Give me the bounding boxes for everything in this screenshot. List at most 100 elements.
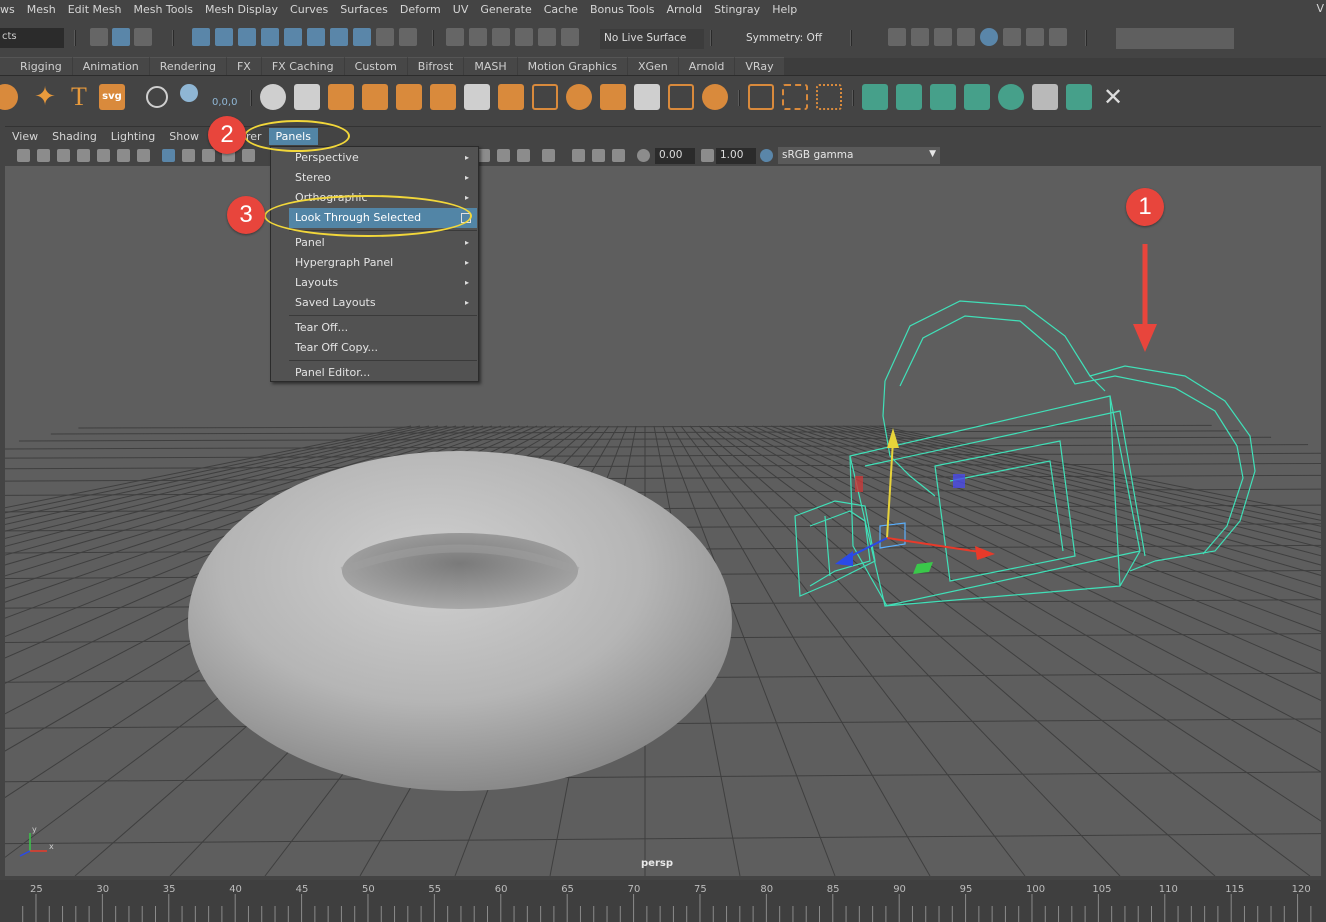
snap-to-view-icon[interactable] [538,28,556,46]
menu-item-layouts[interactable]: Layouts ▸ [289,273,477,293]
tab-bifrost[interactable]: Bifrost [408,57,464,75]
pause-icon[interactable] [1049,28,1067,46]
text-tool-icon[interactable]: T [66,84,92,110]
film-gate-icon[interactable] [162,149,175,162]
menu-item-mesh-tools[interactable]: Mesh Tools [127,3,199,16]
menu-item-generate[interactable]: Generate [474,3,537,16]
menu-item-surfaces[interactable]: Surfaces [334,3,394,16]
select-component-icon[interactable] [134,28,152,46]
light-editor-icon[interactable] [1026,28,1044,46]
tab-motion-graphics[interactable]: Motion Graphics [518,57,627,75]
target-weld-icon[interactable] [566,84,592,110]
tab-custom[interactable]: Custom [345,57,407,75]
grease-pencil-icon[interactable] [117,149,130,162]
poly-sphere-icon[interactable] [260,84,286,110]
color-management-icon[interactable] [760,149,773,162]
menu-item-curves[interactable]: Curves [284,3,334,16]
menu-item-deform[interactable]: Deform [394,3,447,16]
uv-sew-icon[interactable]: ✕ [1100,84,1126,110]
snap-projected-icon[interactable] [261,28,279,46]
gamma-icon[interactable] [701,149,714,162]
isolate-select-icon[interactable] [542,149,555,162]
snap-to-curves-icon[interactable] [492,28,510,46]
hypershade-icon[interactable] [980,28,998,46]
symmetry-icon[interactable] [330,28,348,46]
menu-item-cache[interactable]: Cache [538,3,584,16]
snap-icon[interactable] [469,28,487,46]
selection-mode-field[interactable]: cts [0,28,64,48]
grid-icon[interactable] [137,149,150,162]
uv-editor-icon[interactable] [862,84,888,110]
checker-icon[interactable] [1032,84,1058,110]
panel-menu-shading[interactable]: Shading [45,130,104,143]
exposure-icon[interactable] [637,149,650,162]
curve-tool-icon[interactable] [748,84,774,110]
resolution-gate-icon[interactable] [182,149,195,162]
panel-menu-view[interactable]: View [5,130,45,143]
shelf-sphere-icon[interactable] [0,84,18,110]
menu-item-ws[interactable]: ws [0,3,21,16]
pencil-curve-icon[interactable] [816,84,842,110]
uv-spherical-icon[interactable] [964,84,990,110]
connect-icon[interactable] [600,84,626,110]
tab-mash[interactable]: MASH [464,57,516,75]
tab-vray[interactable]: VRay [735,57,783,75]
help-icon[interactable] [353,28,371,46]
bevel-icon[interactable] [430,84,456,110]
snap-grid-icon[interactable] [192,28,210,46]
render-setup-icon[interactable] [1003,28,1021,46]
locator-icon[interactable] [146,86,168,108]
select-highlight-icon[interactable] [399,28,417,46]
menu-item-perspective[interactable]: Perspective ▸ [289,148,477,168]
uv-auto-icon[interactable] [998,84,1024,110]
tab-arnold[interactable]: Arnold [679,57,735,75]
tab-fx[interactable]: FX [227,57,261,75]
menu-item-edit-mesh[interactable]: Edit Mesh [62,3,128,16]
snap-point-icon[interactable] [238,28,256,46]
menu-item-mesh[interactable]: Mesh [21,3,62,16]
menu-item-stingray[interactable]: Stingray [708,3,766,16]
render-settings-icon[interactable] [957,28,975,46]
tab-animation[interactable]: Animation [73,57,149,75]
menu-item-stereo[interactable]: Stereo ▸ [289,168,477,188]
menu-item-hypergraph-panel[interactable]: Hypergraph Panel ▸ [289,253,477,273]
menu-item-uv[interactable]: UV [447,3,475,16]
user-account-field[interactable] [1116,28,1234,49]
uv-planar-icon[interactable] [896,84,922,110]
xray-components-icon[interactable] [517,149,530,162]
render-view-icon[interactable] [888,28,906,46]
snap-view-plane-icon[interactable] [284,28,302,46]
render-icon[interactable] [911,28,929,46]
coordinates-icon[interactable]: 0,0,0 [212,96,244,110]
uv-cut-icon[interactable] [1066,84,1092,110]
image-plane-icon[interactable] [77,149,90,162]
extrude-icon[interactable] [396,84,422,110]
perspective-viewport[interactable]: y x persp [5,166,1321,876]
append-polygon-icon[interactable] [498,84,524,110]
gate-mask-icon[interactable] [202,149,215,162]
lock-icon[interactable] [376,28,394,46]
tab-xgen[interactable]: XGen [628,57,678,75]
uv-cylindrical-icon[interactable] [930,84,956,110]
separate-icon[interactable] [702,84,728,110]
menu-item-saved-layouts[interactable]: Saved Layouts ▸ [289,293,477,313]
poly-cylinder-icon[interactable] [328,84,354,110]
color-space-dropdown[interactable]: sRGB gamma ▼ [778,147,940,164]
tab-rendering[interactable]: Rendering [150,57,226,75]
hud-icon[interactable] [612,149,625,162]
torus-mesh[interactable] [188,451,732,791]
menu-item-tear-off-copy[interactable]: Tear Off Copy... [289,338,477,358]
panel-menu-lighting[interactable]: Lighting [104,130,162,143]
combine-icon[interactable] [668,84,694,110]
bookmark-icon[interactable] [57,149,70,162]
frame-all-icon[interactable] [572,149,585,162]
exposure-field[interactable]: 0.00 [655,148,695,164]
menu-item-bonus-tools[interactable]: Bonus Tools [584,3,661,16]
camera-attributes-icon[interactable] [37,149,50,162]
quad-draw-icon[interactable] [634,84,660,110]
frame-selected-icon[interactable] [592,149,605,162]
snap-to-points-icon[interactable] [515,28,533,46]
ipr-render-icon[interactable] [934,28,952,46]
sparkle-icon[interactable]: ✦ [32,84,58,110]
make-live-icon[interactable] [307,28,325,46]
